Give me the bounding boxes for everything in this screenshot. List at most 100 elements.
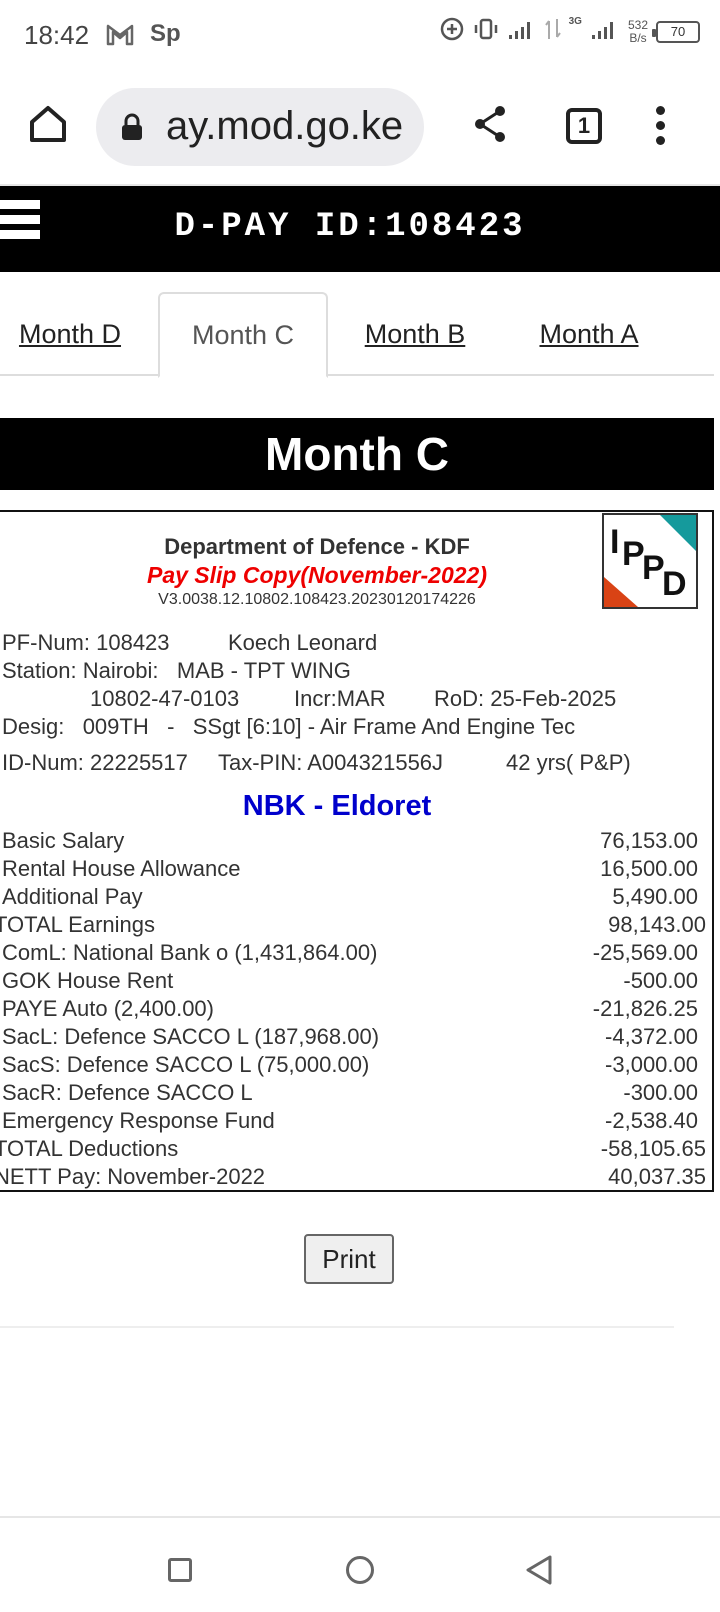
status-bar: 18:42 Sp 3G 532 B/s 70 [0,0,720,72]
site-header: D-PAY ID:108423 [0,186,720,272]
pay-line-label: SacL: Defence SACCO L (187,968.00) [2,1024,380,1049]
tax-pin: Tax-PIN: A004321556J [218,750,444,775]
payslip-header: Department of Defence - KDF Pay Slip Cop… [0,534,634,609]
pay-line-label: SacR: Defence SACCO L [2,1080,253,1105]
site-title: D-PAY ID:108423 [174,208,526,246]
network-speed: 532 B/s [627,17,648,45]
print-button[interactable]: Print [304,1234,394,1284]
pay-line-row: Rental House Allowance 16,500.00 [0,856,714,884]
increment-month: Incr:MAR [294,686,386,711]
pay-line-amount: -25,569.00 [592,940,698,965]
pay-line-amount: 76,153.00 [600,828,698,853]
home-button[interactable] [26,102,70,146]
home-icon [30,106,66,142]
status-icons: 3G 532 B/s 70 [439,16,700,47]
pay-line-amount: -500.00 [623,968,698,993]
pf-num: PF-Num: 108423 [2,630,170,655]
month-tabs: Month D Month C Month B Month A [0,292,714,378]
bank-name: NBK - Eldoret [242,790,432,822]
tab-switcher-button[interactable]: 1 [566,108,602,144]
divider [0,1326,674,1328]
pay-line-label: SacS: Defence SACCO L (75,000.00) [2,1052,370,1077]
payslip: Department of Defence - KDF Pay Slip Cop… [0,510,714,1192]
url-text: ay.mod.go.ke [166,104,404,148]
pay-line-row: ComL: National Bank o (1,431,864.00) -25,… [0,940,714,968]
svg-text:I: I [610,523,619,561]
pay-line-amount: -3,000.00 [605,1052,698,1077]
pay-line-row: SacL: Defence SACCO L (187,968.00) -4,372… [0,1024,714,1052]
status-time: 18:42 [24,20,90,50]
gmail-icon [106,22,134,51]
pay-line-row: TOTAL Deductions -58,105.65 [0,1136,714,1164]
id-number: ID-Num: 22225517 [2,750,188,775]
pay-line-row: SacS: Defence SACCO L (75,000.00) -3,000.… [0,1052,714,1080]
browser-toolbar: ay.mod.go.ke 1 [0,72,720,186]
pay-line-label: PAYE Auto (2,400.00) [2,996,214,1021]
tab-month-a[interactable]: Month A [514,292,664,376]
signal-icon [507,17,537,46]
tab-month-c[interactable]: Month C [158,292,328,378]
month-banner: Month C [0,418,714,490]
employee-name: Koech Leonard [228,630,378,655]
battery-level: 70 [670,24,686,39]
pay-line-amount: 98,143.00 [608,912,706,937]
more-vert-icon [656,106,665,115]
lock-icon [120,112,144,147]
pay-line-row: GOK House Rent -500.00 [0,968,714,996]
tab-month-d[interactable]: Month D [0,292,140,376]
battery-icon: 70 [652,20,700,43]
speed-unit: B/s [629,30,647,45]
speed-value: 532 [627,17,648,32]
pay-line-row: Emergency Response Fund -2,538.40 [0,1108,714,1136]
pay-line-label: TOTAL Deductions [0,1136,179,1161]
unit-code: 10802-47-0103 [90,686,240,711]
pay-line-amount: 5,490.00 [612,884,698,909]
data-transfer-icon [544,17,561,46]
pay-line-label: Additional Pay [2,884,143,909]
signal-icon-2 [590,17,620,46]
pay-lines: Basic Salary 76,153.00 Rental House Allowa… [0,828,714,1192]
svg-text:D: D [662,565,687,603]
pay-line-label: ComL: National Bank o (1,431,864.00) [2,940,378,965]
share-button[interactable] [472,104,508,149]
version-string: V3.0038.12.10802.108423.20230120174226 [158,591,476,608]
pay-line-amount: -4,372.00 [605,1024,698,1049]
pay-line-amount: 16,500.00 [600,856,698,881]
recents-button[interactable] [168,1558,192,1582]
ippd-logo: I P P D [602,513,698,609]
designation: Desig: 009TH - SSgt [6:10] - Air Frame A… [2,714,576,739]
station: Station: Nairobi: MAB - TPT WING [2,658,351,683]
pay-line-label: TOTAL Earnings [0,912,155,937]
home-nav-button[interactable] [346,1556,374,1584]
pay-line-row: NETT Pay: November-2022 40,037.35 [0,1164,714,1192]
department-title: Department of Defence - KDF [164,534,470,559]
pay-line-row: Additional Pay 5,490.00 [0,884,714,912]
pay-line-row: TOTAL Earnings 98,143.00 [0,912,714,940]
pay-line-label: Basic Salary [2,828,125,853]
rod-date: RoD: 25-Feb-2025 [434,686,617,711]
vibrate-icon [473,16,499,47]
share-icon [475,106,505,142]
pay-line-row: PAYE Auto (2,400.00) -21,826.25 [0,996,714,1024]
pay-line-amount: -300.00 [623,1080,698,1105]
payslip-copy-title: Pay Slip Copy(November-2022) [146,562,487,588]
address-bar[interactable]: ay.mod.go.ke [96,88,424,166]
data-saver-icon [439,16,465,47]
back-button[interactable] [524,1554,554,1591]
overflow-menu-button[interactable] [656,106,670,151]
pay-line-label: Emergency Response Fund [2,1108,275,1133]
pay-line-label: NETT Pay: November-2022 [0,1164,266,1189]
system-navigation-bar [0,1516,720,1612]
pay-line-amount: -58,105.65 [600,1136,706,1161]
pay-line-amount: -21,826.25 [592,996,698,1021]
age: 42 yrs( P&P) [506,750,631,775]
tab-month-b[interactable]: Month B [340,292,490,376]
pay-line-amount: -2,538.40 [605,1108,698,1133]
pay-line-label: GOK House Rent [2,968,174,993]
pay-line-amount: 40,037.35 [608,1164,706,1189]
pay-line-row: SacR: Defence SACCO L -300.00 [0,1080,714,1108]
back-triangle-icon [526,1555,552,1585]
pay-line-label: Rental House Allowance [2,856,241,881]
pay-line-row: Basic Salary 76,153.00 [0,828,714,856]
network-type: 3G [568,16,582,27]
